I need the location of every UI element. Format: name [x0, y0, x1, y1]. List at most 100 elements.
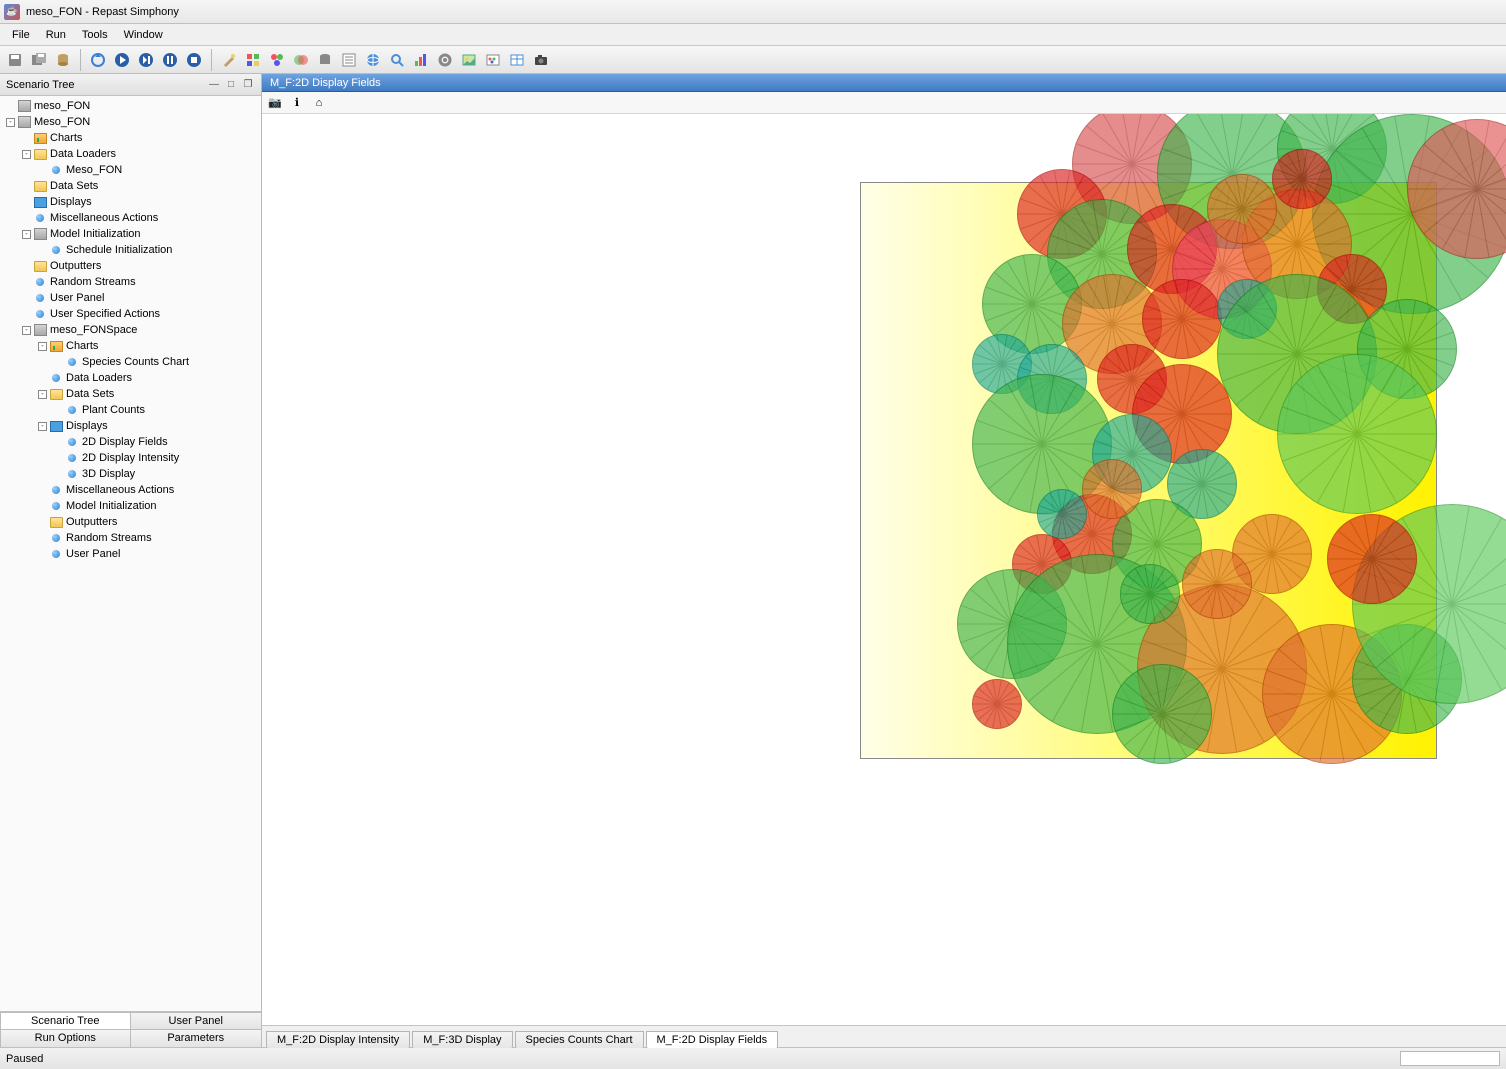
toolbar	[0, 46, 1506, 74]
db2-icon[interactable]	[314, 49, 336, 71]
canvas-area[interactable]	[262, 114, 1506, 1025]
bullet-icon	[33, 308, 47, 321]
tree-node[interactable]: 2D Display Intensity	[0, 450, 261, 466]
tree-node[interactable]: Random Streams	[0, 530, 261, 546]
image-icon[interactable]	[458, 49, 480, 71]
tree-node[interactable]: meso_FON	[0, 98, 261, 114]
play-icon[interactable]	[111, 49, 133, 71]
tree-node[interactable]: Meso_FON	[0, 162, 261, 178]
step-icon[interactable]	[135, 49, 157, 71]
tree-label: 3D Display	[82, 468, 135, 480]
panel-tab-user-panel[interactable]: User Panel	[130, 1012, 262, 1031]
save-icon[interactable]	[4, 49, 26, 71]
grid4-icon[interactable]	[242, 49, 264, 71]
globe-icon[interactable]	[362, 49, 384, 71]
gear-icon[interactable]	[434, 49, 456, 71]
tree-node[interactable]: Random Streams	[0, 274, 261, 290]
save-all-icon[interactable]	[28, 49, 50, 71]
menu-tools[interactable]: Tools	[74, 27, 116, 43]
status-text: Paused	[6, 1053, 43, 1065]
scenario-tree[interactable]: meso_FON-Meso_FONCharts-Data LoadersMeso…	[0, 96, 261, 1011]
tree-node[interactable]: Miscellaneous Actions	[0, 482, 261, 498]
tree-node[interactable]: User Panel	[0, 290, 261, 306]
menu-window[interactable]: Window	[116, 27, 171, 43]
tree-node[interactable]: 3D Display	[0, 466, 261, 482]
tree-node[interactable]: -Meso_FON	[0, 114, 261, 130]
info-icon[interactable]: ℹ	[288, 94, 306, 112]
agent-wheel	[1272, 149, 1332, 209]
chart-icon[interactable]	[410, 49, 432, 71]
tree-toggle	[38, 502, 47, 511]
camera-icon[interactable]: 📷	[266, 94, 284, 112]
tree-node[interactable]: Data Loaders	[0, 370, 261, 386]
bullet-icon	[65, 436, 79, 449]
tree-toggle[interactable]: -	[38, 342, 47, 351]
bullet-icon	[33, 212, 47, 225]
tree-toggle	[22, 134, 31, 143]
tree-node[interactable]: 2D Display Fields	[0, 434, 261, 450]
menu-file[interactable]: File	[4, 27, 38, 43]
tree-label: meso_FONSpace	[50, 324, 137, 336]
tree-toggle[interactable]: -	[38, 422, 47, 431]
stop-icon[interactable]	[183, 49, 205, 71]
agent-wheel	[1082, 459, 1142, 519]
home-icon[interactable]: ⌂	[310, 94, 328, 112]
pause-icon[interactable]	[159, 49, 181, 71]
tree-label: 2D Display Fields	[82, 436, 168, 448]
panel-tab-scenario-tree[interactable]: Scenario Tree	[0, 1012, 131, 1031]
tree-node[interactable]: Schedule Initialization	[0, 242, 261, 258]
tree-toggle[interactable]: -	[22, 150, 31, 159]
restore-icon[interactable]: ❐	[241, 78, 255, 92]
tree-node[interactable]: -Model Initialization	[0, 226, 261, 242]
reset-icon[interactable]	[87, 49, 109, 71]
maximize-icon[interactable]: □	[224, 78, 238, 92]
magnify-icon[interactable]	[386, 49, 408, 71]
view-tab[interactable]: M_F:2D Display Fields	[646, 1031, 779, 1048]
tree-node[interactable]: - meso_FONSpace	[0, 322, 261, 338]
tree-node[interactable]: Plant Counts	[0, 402, 261, 418]
menubar: FileRunToolsWindow	[0, 24, 1506, 46]
tree-toggle[interactable]: -	[6, 118, 15, 127]
tree-label: User Panel	[50, 292, 104, 304]
menu-run[interactable]: Run	[38, 27, 74, 43]
minimize-icon[interactable]: —	[207, 78, 221, 92]
tree-node[interactable]: Outputters	[0, 258, 261, 274]
people-icon[interactable]	[266, 49, 288, 71]
tree-toggle	[38, 486, 47, 495]
list-icon[interactable]	[338, 49, 360, 71]
camera-icon[interactable]	[530, 49, 552, 71]
tree-node[interactable]: User Specified Actions	[0, 306, 261, 322]
view-tabs: M_F:2D Display IntensityM_F:3D DisplaySp…	[262, 1025, 1506, 1047]
scenario-tree-header: Scenario Tree — □ ❐	[0, 74, 261, 96]
tree-node[interactable]: -Charts	[0, 338, 261, 354]
panel-tab-run-options[interactable]: Run Options	[0, 1029, 131, 1048]
tree-label: Data Loaders	[66, 372, 132, 384]
tree-node[interactable]: -Data Sets	[0, 386, 261, 402]
tree-node[interactable]: -Data Loaders	[0, 146, 261, 162]
view-tab[interactable]: M_F:2D Display Intensity	[266, 1031, 410, 1048]
tree-node[interactable]: Displays	[0, 194, 261, 210]
tree-toggle[interactable]: -	[22, 230, 31, 239]
tree-node[interactable]: Miscellaneous Actions	[0, 210, 261, 226]
tree-toggle[interactable]: -	[38, 390, 47, 399]
wand-icon[interactable]	[218, 49, 240, 71]
view-tab[interactable]: M_F:3D Display	[412, 1031, 512, 1048]
bullet-icon	[33, 276, 47, 289]
tree-node[interactable]: -Displays	[0, 418, 261, 434]
db-icon[interactable]	[52, 49, 74, 71]
tree-node[interactable]: Model Initialization	[0, 498, 261, 514]
tree-node[interactable]: Outputters	[0, 514, 261, 530]
palette-icon[interactable]	[482, 49, 504, 71]
table-icon[interactable]	[506, 49, 528, 71]
tree-node[interactable]: Charts	[0, 130, 261, 146]
tree-toggle[interactable]: -	[22, 326, 31, 335]
tree-toggle	[54, 454, 63, 463]
tree-node[interactable]: Species Counts Chart	[0, 354, 261, 370]
box3d-icon	[33, 324, 47, 337]
statusbar: Paused	[0, 1047, 1506, 1069]
panel-tab-parameters[interactable]: Parameters	[130, 1029, 262, 1048]
tree-node[interactable]: User Panel	[0, 546, 261, 562]
venn-icon[interactable]	[290, 49, 312, 71]
tree-node[interactable]: Data Sets	[0, 178, 261, 194]
view-tab[interactable]: Species Counts Chart	[515, 1031, 644, 1048]
